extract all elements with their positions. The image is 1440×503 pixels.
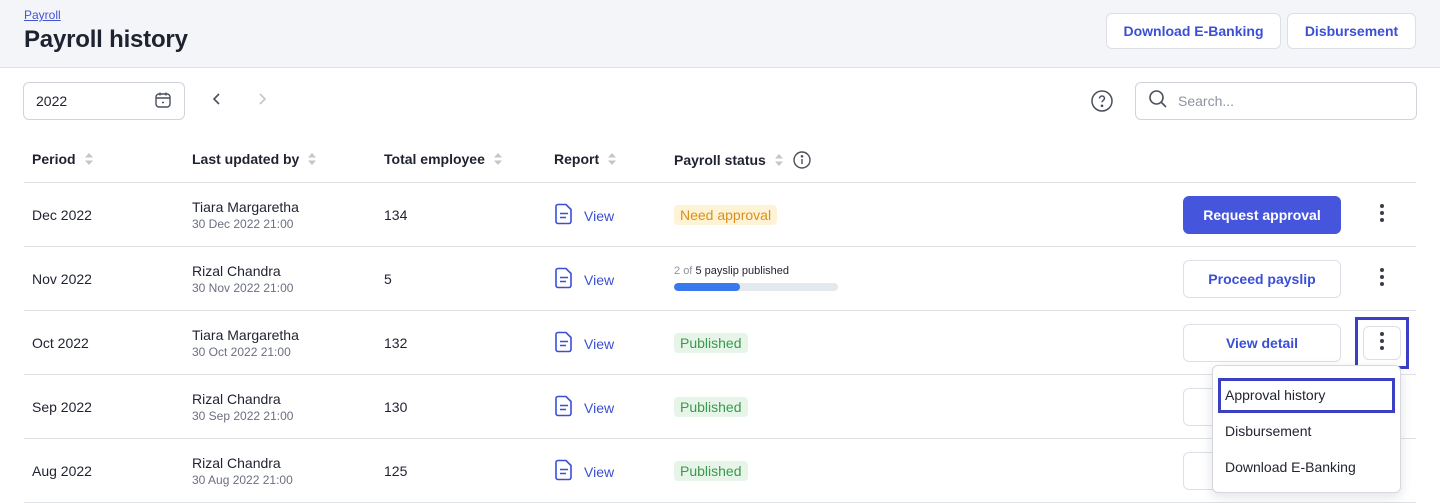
search-icon <box>1148 89 1168 114</box>
menu-item-disbursement[interactable]: Disbursement <box>1225 423 1311 439</box>
table-header: Period Last updated by Total employee Re… <box>24 136 1416 183</box>
progress-label: 2 of 5 payslip published <box>674 265 790 277</box>
total-employee-cell: 5 <box>384 271 392 287</box>
search-field[interactable] <box>1135 82 1417 120</box>
download-ebanking-button[interactable]: Download E-Banking <box>1106 13 1281 49</box>
page-title: Payroll history <box>24 26 188 53</box>
menu-item-approval-history[interactable]: Approval history <box>1225 387 1325 403</box>
search-input[interactable] <box>1178 93 1398 109</box>
chevron-left-icon <box>210 92 224 111</box>
column-header-report[interactable]: Report <box>554 151 617 167</box>
status-badge: Published <box>674 397 748 417</box>
document-icon <box>554 203 574 228</box>
updated-timestamp: 30 Oct 2022 21:00 <box>192 345 291 359</box>
info-icon[interactable] <box>793 151 811 169</box>
breadcrumb-payroll[interactable]: Payroll <box>24 8 61 22</box>
period-cell: Aug 2022 <box>32 463 92 479</box>
row-more-button[interactable] <box>1363 326 1401 360</box>
document-icon <box>554 459 574 484</box>
sort-icon[interactable] <box>608 153 617 165</box>
total-employee-cell: 125 <box>384 463 408 479</box>
status-badge: Need approval <box>674 205 778 225</box>
column-header-last-updated-by[interactable]: Last updated by <box>192 151 317 167</box>
total-employee-cell: 132 <box>384 335 408 351</box>
table-row: Oct 2022 Tiara Margaretha 30 Oct 2022 21… <box>24 311 1416 375</box>
next-year-button[interactable] <box>250 89 274 113</box>
table-row: Aug 2022 Rizal Chandra 30 Aug 2022 21:00… <box>24 439 1416 503</box>
report-view-link[interactable]: View <box>554 395 614 420</box>
report-view-link[interactable]: View <box>554 459 614 484</box>
document-icon <box>554 267 574 292</box>
sort-icon[interactable] <box>308 153 317 165</box>
report-view-link[interactable]: View <box>554 203 614 228</box>
column-header-total-employee[interactable]: Total employee <box>384 151 502 167</box>
disbursement-button[interactable]: Disbursement <box>1287 13 1416 49</box>
prev-year-button[interactable] <box>205 89 229 113</box>
chevron-right-icon <box>255 92 269 111</box>
total-employee-cell: 134 <box>384 207 408 223</box>
total-employee-cell: 130 <box>384 399 408 415</box>
updater-name: Rizal Chandra <box>192 263 281 279</box>
column-header-payroll-status[interactable]: Payroll status <box>674 151 811 169</box>
period-cell: Nov 2022 <box>32 271 92 287</box>
table-row: Sep 2022 Rizal Chandra 30 Sep 2022 21:00… <box>24 375 1416 439</box>
row-more-button[interactable] <box>1369 201 1395 229</box>
page-header: Payroll Payroll history Download E-Banki… <box>0 0 1440 68</box>
updated-by-cell: Rizal Chandra 30 Aug 2022 21:00 <box>192 455 293 487</box>
row-actions-menu: Approval history Disbursement Download E… <box>1212 365 1401 493</box>
report-view-link[interactable]: View <box>554 331 614 356</box>
updater-name: Rizal Chandra <box>192 455 281 471</box>
help-icon[interactable] <box>1090 89 1114 113</box>
updated-timestamp: 30 Aug 2022 21:00 <box>192 473 293 487</box>
table-row: Nov 2022 Rizal Chandra 30 Nov 2022 21:00… <box>24 247 1416 311</box>
view-detail-button[interactable]: View detail <box>1183 324 1341 362</box>
kebab-menu-icon <box>1379 331 1385 356</box>
updated-timestamp: 30 Sep 2022 21:00 <box>192 409 294 423</box>
sort-icon[interactable] <box>774 154 783 166</box>
kebab-menu-icon <box>1379 203 1385 228</box>
progress-bar <box>674 283 838 291</box>
sort-icon[interactable] <box>84 153 93 165</box>
updated-by-cell: Rizal Chandra 30 Nov 2022 21:00 <box>192 263 293 295</box>
row-more-button-active[interactable] <box>1355 317 1409 369</box>
document-icon <box>554 331 574 356</box>
document-icon <box>554 395 574 420</box>
updater-name: Tiara Margaretha <box>192 199 299 215</box>
menu-item-download-ebanking[interactable]: Download E-Banking <box>1225 459 1356 475</box>
report-view-link[interactable]: View <box>554 267 614 292</box>
proceed-payslip-button[interactable]: Proceed payslip <box>1183 260 1341 298</box>
updated-by-cell: Tiara Margaretha 30 Dec 2022 21:00 <box>192 199 299 231</box>
request-approval-button[interactable]: Request approval <box>1183 196 1341 234</box>
year-value: 2022 <box>36 93 68 109</box>
column-header-period[interactable]: Period <box>32 151 93 167</box>
calendar-icon <box>154 91 172 112</box>
status-badge: Published <box>674 333 748 353</box>
updated-by-cell: Tiara Margaretha 30 Oct 2022 21:00 <box>192 327 299 359</box>
period-cell: Oct 2022 <box>32 335 89 351</box>
updated-by-cell: Rizal Chandra 30 Sep 2022 21:00 <box>192 391 293 423</box>
updater-name: Tiara Margaretha <box>192 327 299 343</box>
period-cell: Dec 2022 <box>32 207 92 223</box>
payslip-progress: 2 of 5 payslip published <box>674 265 838 291</box>
year-picker[interactable]: 2022 <box>23 82 185 120</box>
status-badge: Published <box>674 461 748 481</box>
updated-timestamp: 30 Nov 2022 21:00 <box>192 281 294 295</box>
row-more-button[interactable] <box>1369 265 1395 293</box>
table-row: Dec 2022 Tiara Margaretha 30 Dec 2022 21… <box>24 183 1416 247</box>
sort-icon[interactable] <box>493 153 502 165</box>
updater-name: Rizal Chandra <box>192 391 281 407</box>
updated-timestamp: 30 Dec 2022 21:00 <box>192 217 294 231</box>
progress-bar-fill <box>674 283 740 291</box>
kebab-menu-icon <box>1379 267 1385 292</box>
period-cell: Sep 2022 <box>32 399 92 415</box>
